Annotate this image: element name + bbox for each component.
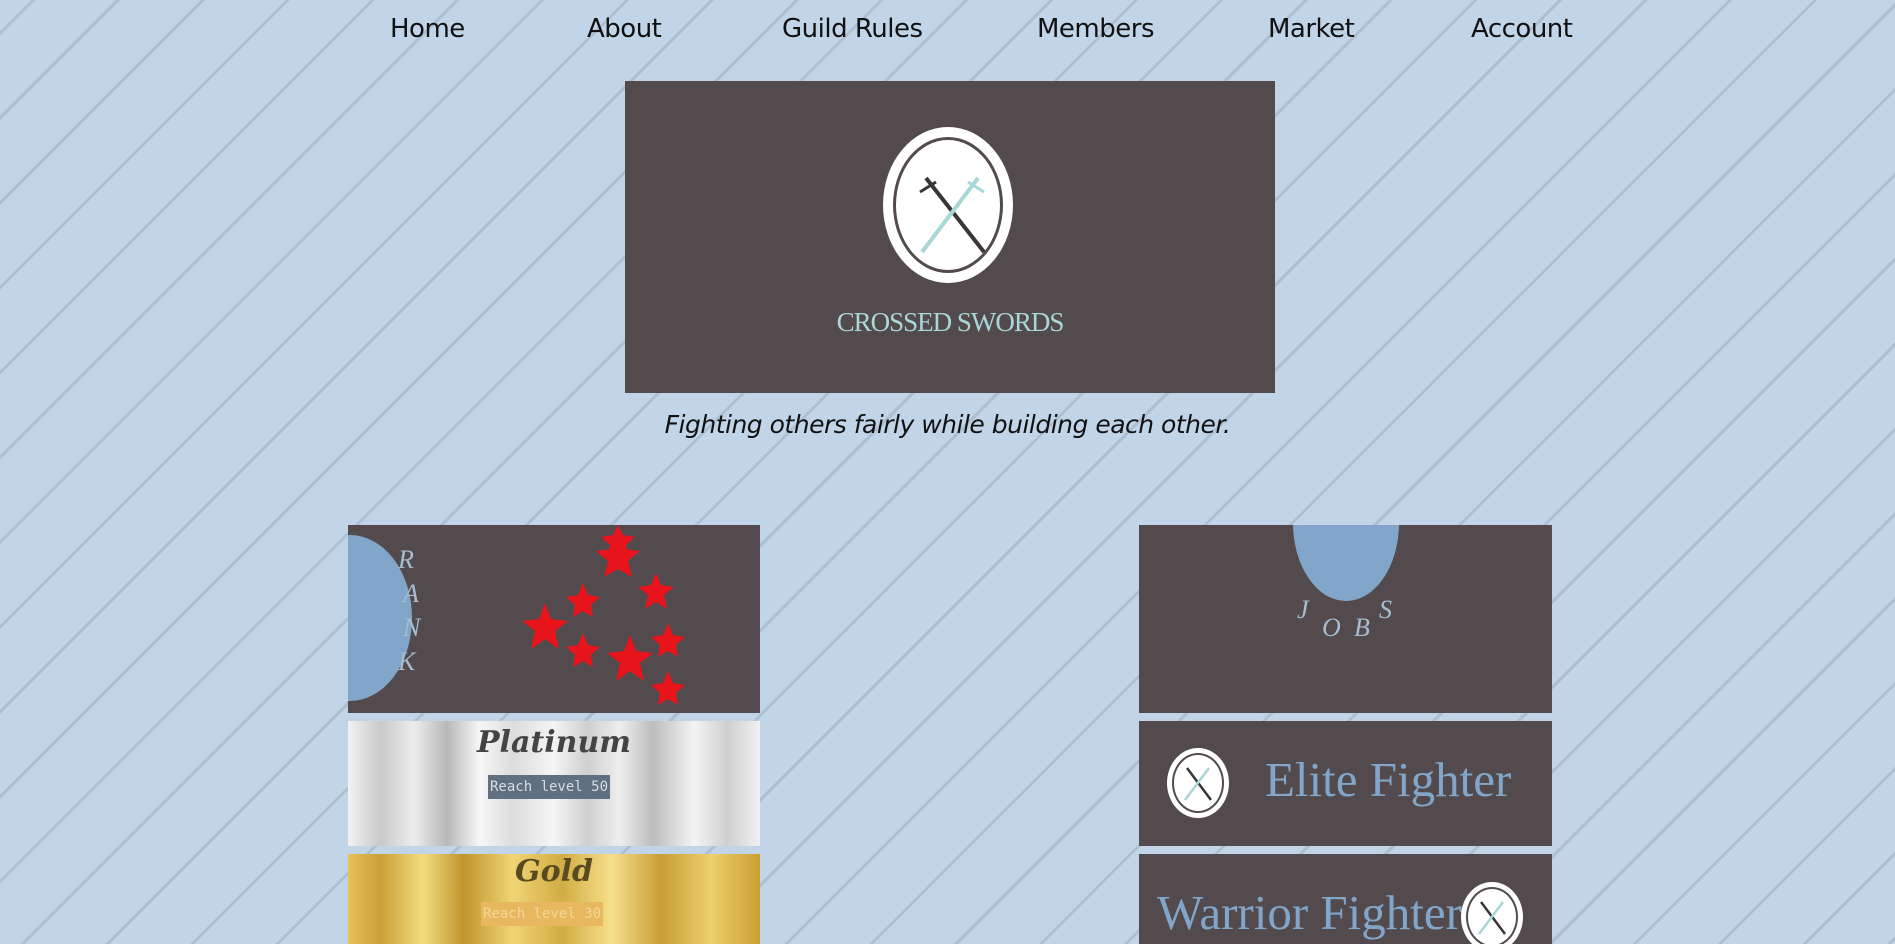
- jobs-letter-o: O: [1322, 613, 1341, 642]
- platinum-title: Platinum: [476, 725, 631, 760]
- jobs-letter-b: B: [1354, 613, 1370, 642]
- main-nav: Home About Guild Rules Members Market Ac…: [0, 0, 1895, 64]
- hero-title: CROSSED SWORDS: [836, 307, 1065, 337]
- gold-requirement: Reach level 30: [481, 902, 604, 926]
- gold-tier-card[interactable]: Gold Reach level 30: [348, 854, 760, 944]
- elite-fighter-title: Elite Fighter: [1265, 752, 1512, 807]
- nav-home[interactable]: Home: [390, 14, 465, 44]
- nav-members[interactable]: Members: [1037, 14, 1155, 44]
- jobs-semicircle: [1293, 525, 1399, 601]
- stars-graphic: [522, 525, 685, 705]
- nav-about[interactable]: About: [587, 14, 662, 44]
- rank-card[interactable]: R A N K: [348, 525, 760, 713]
- crossed-swords-icon: [883, 127, 1013, 283]
- jobs-card[interactable]: J O B S: [1139, 525, 1552, 713]
- tagline: Fighting others fairly while building ea…: [664, 410, 1231, 439]
- nav-guild-rules[interactable]: Guild Rules: [782, 14, 923, 44]
- platinum-tier-card[interactable]: Platinum Reach level 50: [348, 721, 760, 846]
- crossed-swords-icon: [1461, 882, 1523, 944]
- crossed-swords-icon: [1167, 748, 1229, 818]
- jobs-letter-j: J: [1297, 595, 1309, 624]
- gold-title: Gold: [514, 854, 593, 889]
- nav-account[interactable]: Account: [1471, 14, 1573, 44]
- warrior-fighter-card[interactable]: Warrior Fighter: [1139, 854, 1552, 944]
- jobs-letter-s: S: [1379, 595, 1392, 624]
- nav-market[interactable]: Market: [1268, 14, 1355, 44]
- elite-fighter-card[interactable]: Elite Fighter: [1139, 721, 1552, 846]
- platinum-requirement: Reach level 50: [488, 775, 611, 799]
- hero-banner: CROSSED SWORDS: [625, 81, 1275, 393]
- warrior-fighter-title: Warrior Fighter: [1157, 885, 1462, 940]
